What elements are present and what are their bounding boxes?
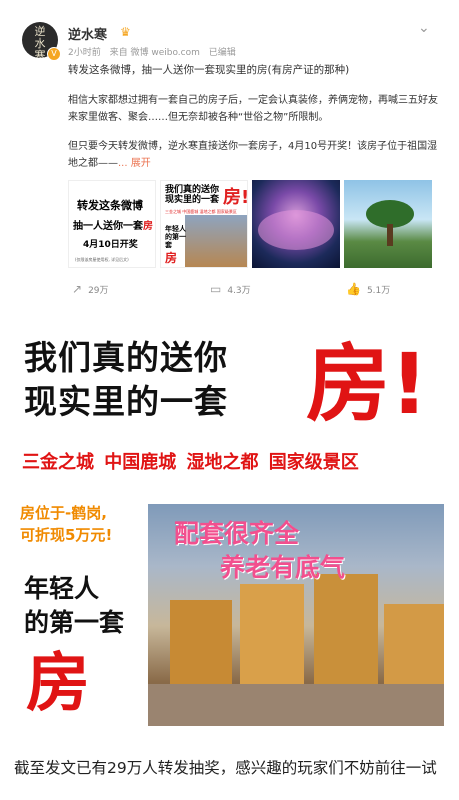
post-source: 来自 微博 weibo.com — [109, 48, 200, 58]
photo-text-2: 养老有底气 — [220, 553, 346, 582]
repost-icon: ↗ — [72, 282, 83, 296]
thumb2-fang: 房! — [223, 187, 248, 208]
thumbnail-2[interactable]: 我们真的送你现实里的一套 房! 三金之城 中国鹿城 湿地之都 国家级景区 年轻人… — [160, 180, 248, 268]
image-grid: 转发这条微博 抽一人送你一套房 4月10日开奖 (仅限该房屋使用权, 详见后文)… — [68, 180, 434, 268]
poster-headline: 我们真的送你 现实里的一套 — [24, 336, 228, 424]
thumb1-line2-text: 抽一人送你一套 — [73, 221, 143, 232]
tree-trunk-shape — [387, 224, 393, 246]
repost-button[interactable]: ↗ 29万 — [72, 282, 109, 296]
poster-image: 我们真的送你 现实里的一套 房! 三金之城 中国鹿城 湿地之都 国家级景区 房位… — [0, 316, 459, 754]
comment-count: 4.3万 — [227, 286, 251, 296]
weibo-post-card: 逆水寒 V 逆水寒 ♛ 2小时前 来自 微博 weibo.com 已编辑 ⌄ 转… — [0, 0, 459, 316]
purple-tree-shape — [258, 210, 334, 250]
poster-fang-2: 房 — [26, 647, 90, 721]
thumbnail-4-game-scene[interactable] — [344, 180, 432, 268]
poster-young-line1: 年轻人 — [24, 574, 100, 603]
thumb1-line2: 抽一人送你一套房 — [73, 217, 153, 232]
comment-button[interactable]: ▭ 4.3万 — [210, 282, 251, 296]
poster-headline-line1: 我们真的送你 — [24, 338, 228, 377]
post-meta: 2小时前 来自 微博 weibo.com 已编辑 — [68, 45, 242, 58]
photo-text-1: 配套很齐全 — [174, 519, 300, 548]
poster-young: 年轻人 的第一套 — [24, 572, 124, 640]
thumb1-line1: 转发这条微博 — [77, 199, 143, 212]
thumb1-note: (仅限该房屋使用权, 详见后文) — [75, 257, 129, 262]
repost-count: 29万 — [88, 286, 109, 296]
poster-location: 房位于-鹤岗, 可折现5万元! — [20, 502, 112, 546]
expand-link[interactable]: ... 展开 — [118, 158, 151, 169]
building-photo: 配套很齐全 养老有底气 — [148, 504, 444, 726]
low-buildings-shape — [148, 684, 444, 726]
thumb1-fang: 房 — [143, 221, 153, 232]
chevron-down-icon[interactable]: ⌄ — [418, 20, 430, 36]
edited-label: 已编辑 — [208, 48, 236, 58]
thumb1-line3: 4月10日开奖 — [83, 240, 138, 250]
poster-young-line2: 的第一套 — [24, 608, 125, 637]
thumbs-up-icon: 👍 — [346, 282, 361, 296]
action-bar: ↗ 29万 ▭ 4.3万 👍 5.1万 — [0, 282, 459, 304]
like-button[interactable]: 👍 5.1万 — [346, 282, 390, 296]
poster-tags: 三金之城 中国鹿城 湿地之都 国家级景区 — [22, 452, 359, 473]
article-caption: 截至发文已有29万人转发抽奖，感兴趣的玩家们不妨前往一试 — [14, 759, 437, 777]
post-time: 2小时前 — [68, 48, 101, 58]
crown-emoji-icon: ♛ — [120, 25, 131, 39]
poster-location-line2: 可折现5万元! — [20, 526, 113, 544]
thumb2-fang2: 房 — [165, 251, 178, 265]
username[interactable]: 逆水寒 — [68, 24, 107, 43]
like-count: 5.1万 — [366, 286, 391, 296]
poster-location-line1: 房位于-鹤岗, — [20, 504, 107, 522]
thumb2-young: 年轻人的第一套 — [165, 225, 186, 249]
post-headline: 转发这条微博，抽一人送你一套现实里的房(有房产证的那种) — [68, 64, 350, 76]
poster-fang: 房! — [306, 335, 429, 433]
thumb2-tags: 三金之城 中国鹿城 湿地之都 国家级景区 — [165, 209, 237, 214]
thumb2-building-image — [185, 215, 247, 267]
verified-badge-icon: V — [47, 47, 61, 61]
post-paragraph-1: 相信大家都想过拥有一套自己的房子后，一定会认真装修，养俩宠物，再喊三五好友来家里… — [68, 95, 438, 123]
thumbnail-3-game-scene[interactable] — [252, 180, 340, 268]
poster-headline-line2: 现实里的一套 — [24, 382, 228, 421]
thumb2-headline: 我们真的送你现实里的一套 — [165, 185, 220, 205]
post-paragraph-2: 但只要今天转发微博，逆水寒直接送你一套房子，4月10号开奖！该房子位于祖国湿地之… — [68, 138, 438, 172]
comment-icon: ▭ — [210, 282, 222, 296]
thumbnail-1[interactable]: 转发这条微博 抽一人送你一套房 4月10日开奖 (仅限该房屋使用权, 详见后文) — [68, 180, 156, 268]
